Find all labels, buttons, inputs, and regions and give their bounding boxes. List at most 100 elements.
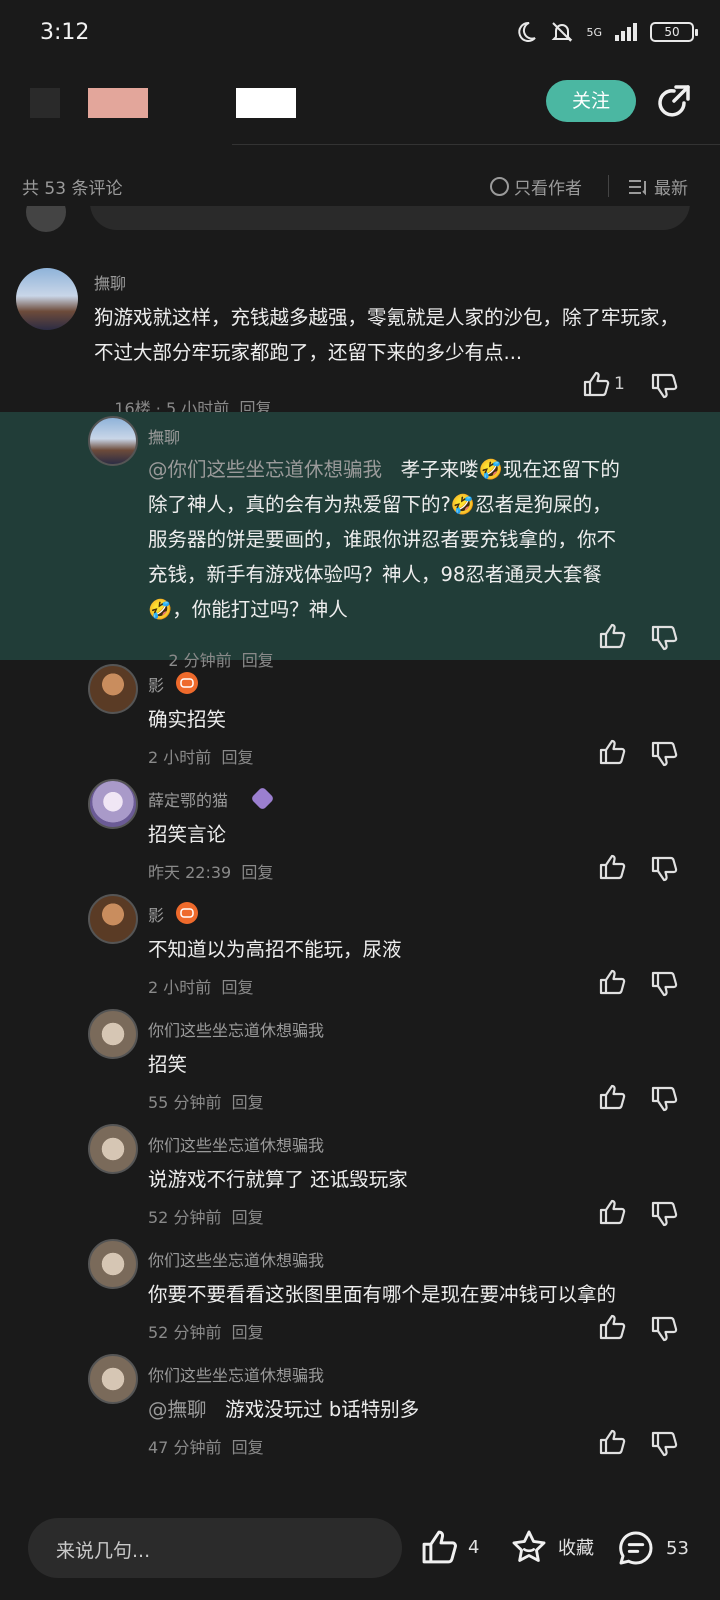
redacted-block — [88, 88, 148, 118]
avatar[interactable] — [88, 1354, 138, 1404]
dislike-icon[interactable] — [650, 624, 678, 652]
comment-username[interactable]: 你们这些坐忘道休想骗我 — [148, 1017, 324, 1041]
avatar[interactable] — [88, 1124, 138, 1174]
comment-count: 共 53 条评论 — [22, 179, 123, 199]
status-icons: 5G 50 — [514, 20, 698, 44]
reply-button[interactable]: 回复 — [232, 1208, 264, 1227]
dislike-icon[interactable] — [650, 855, 678, 883]
author-only-label: 只看作者 — [514, 179, 582, 199]
comment-body: 游戏没玩过 b话特别多 — [225, 1398, 420, 1421]
like-icon[interactable] — [598, 1313, 626, 1341]
comment-username[interactable]: 薛定鄂的猫 — [148, 787, 228, 811]
dislike-icon[interactable] — [650, 1085, 678, 1113]
avatar — [26, 206, 66, 232]
avatar[interactable] — [88, 894, 138, 944]
level-badge-icon — [250, 786, 275, 811]
comment-total: 53 — [666, 1537, 689, 1559]
like-icon[interactable] — [598, 1198, 626, 1226]
dislike-icon[interactable] — [650, 740, 678, 768]
sort-bar: 共 53 条评论 只看作者 最新 — [0, 166, 720, 206]
like-post-button[interactable]: 4 — [420, 1528, 479, 1566]
dislike-icon[interactable] — [650, 1430, 678, 1458]
comment-time: 52 分钟前 — [148, 1323, 222, 1342]
comment-text: 说游戏不行就算了 还诋毁玩家 — [148, 1168, 408, 1191]
comment-meta: 52 分钟前 回复 — [148, 1319, 264, 1343]
comment-meta: 2 小时前 回复 — [148, 974, 253, 998]
comment-meta: 52 分钟前 回复 — [148, 1204, 264, 1228]
signal-icon — [615, 23, 637, 41]
comment-username[interactable]: 影 — [148, 902, 164, 926]
header: 关注 — [0, 66, 720, 146]
like-icon[interactable] — [598, 853, 626, 881]
comment-item: 撫聊 狗游戏就这样，充钱越多越强，零氪就是人家的沙包，除了牢玩家，不过大部分牢玩… — [0, 262, 720, 418]
favorite-button[interactable]: 收藏 — [510, 1528, 594, 1566]
text-line: 除了神人，真的会有为热爱留下的?🤣忍者是狗屎的， — [148, 493, 612, 516]
avatar[interactable] — [88, 416, 138, 466]
mention-link[interactable]: @你们这些坐忘道休想骗我 — [148, 458, 382, 481]
divider — [232, 144, 720, 145]
comment-meta: 2 小时前 回复 — [148, 744, 253, 768]
like-icon[interactable] — [598, 622, 626, 650]
like-icon[interactable] — [598, 1083, 626, 1111]
reply-button[interactable]: 回复 — [232, 1093, 264, 1112]
previous-content — [90, 206, 690, 236]
like-icon[interactable] — [582, 370, 610, 398]
comment-reply: 薛定鄂的猫 招笑言论 昨天 22:39 回复 — [0, 775, 720, 890]
bell-muted-icon — [552, 22, 573, 42]
comment-time: 2 小时前 — [148, 748, 212, 767]
comment-meta: 昨天 22:39 回复 — [148, 859, 273, 883]
comment-time: 2 小时前 — [148, 978, 212, 997]
reply-button[interactable]: 回复 — [241, 863, 273, 882]
sort-latest-button[interactable]: 最新 — [628, 174, 688, 199]
comment-username[interactable]: 撫聊 — [148, 424, 180, 448]
comment-username[interactable]: 你们这些坐忘道休想骗我 — [148, 1247, 324, 1271]
like-icon[interactable] — [598, 968, 626, 996]
like-icon[interactable] — [598, 738, 626, 766]
share-icon[interactable] — [654, 83, 692, 121]
avatar[interactable] — [88, 1009, 138, 1059]
avatar[interactable] — [88, 1239, 138, 1289]
redacted-block — [30, 88, 60, 118]
dislike-icon[interactable] — [650, 970, 678, 998]
comment-text: @撫聊 游戏没玩过 b话特别多 — [148, 1392, 419, 1427]
comment-text: 狗游戏就这样，充钱越多越强，零氪就是人家的沙包，除了牢玩家，不过大部分牢玩家都跑… — [94, 306, 680, 364]
avatar[interactable] — [88, 664, 138, 714]
mention-link[interactable]: @撫聊 — [148, 1398, 207, 1421]
comment-reply: 影 不知道以为高招不能玩，尿液 2 小时前 回复 — [0, 890, 720, 1005]
avatar[interactable] — [16, 268, 78, 330]
dislike-icon[interactable] — [650, 1200, 678, 1228]
reply-button[interactable]: 回复 — [232, 1438, 264, 1457]
comment-username[interactable]: 撫聊 — [94, 270, 126, 294]
reply-button[interactable]: 回复 — [221, 978, 253, 997]
star-icon — [512, 1530, 546, 1562]
text-line: 充钱，新手有游戏体验吗？神人，98忍者通灵大套餐 — [148, 563, 602, 586]
text-line: 孝子来喽🤣现在还留下的 — [400, 458, 620, 481]
status-bar: 3:12 5G 50 — [0, 0, 720, 66]
divider — [608, 175, 609, 197]
like-icon[interactable] — [598, 1428, 626, 1456]
reply-button[interactable]: 回复 — [232, 1323, 264, 1342]
comment-time: 昨天 22:39 — [148, 863, 232, 882]
comment-username[interactable]: 你们这些坐忘道休想骗我 — [148, 1132, 324, 1156]
reply-button[interactable]: 回复 — [221, 748, 253, 767]
comment-input[interactable]: 来说几句... — [28, 1518, 402, 1578]
thumbs-up-icon — [422, 1530, 457, 1564]
radio-icon — [490, 177, 509, 196]
follow-button[interactable]: 关注 — [546, 80, 636, 122]
like-count: 1 — [614, 374, 625, 394]
post-like-count: 4 — [468, 1536, 480, 1558]
comment-text: 确实招笑 — [148, 708, 227, 731]
comment-text: 招笑言论 — [148, 823, 227, 846]
comment-meta: 47 分钟前 回复 — [148, 1434, 264, 1458]
author-only-toggle[interactable]: 只看作者 — [490, 174, 582, 199]
comment-username[interactable]: 你们这些坐忘道休想骗我 — [148, 1362, 324, 1386]
avatar[interactable] — [88, 779, 138, 829]
comments-button[interactable]: 53 — [616, 1528, 689, 1568]
dislike-icon[interactable] — [650, 372, 678, 400]
status-time: 3:12 — [40, 20, 90, 45]
sort-icon — [629, 179, 646, 195]
comment-text: 不知道以为高招不能玩，尿液 — [148, 938, 402, 961]
dislike-icon[interactable] — [650, 1315, 678, 1343]
comment-username[interactable]: 影 — [148, 672, 164, 696]
redacted-block — [236, 88, 296, 118]
